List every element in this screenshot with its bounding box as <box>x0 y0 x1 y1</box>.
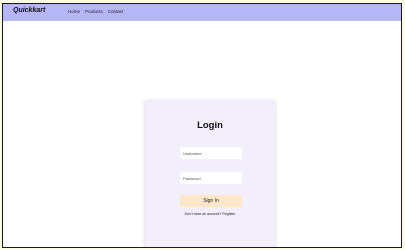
register-prompt: Don't have an account? Register <box>145 212 275 216</box>
nav-link-home[interactable]: Home <box>68 9 80 14</box>
login-card: Login Sign In Don't have an account? Reg… <box>145 100 275 247</box>
username-input[interactable] <box>180 147 242 159</box>
nav-link-products[interactable]: Products <box>85 9 103 14</box>
nav-link-contact[interactable]: Contact <box>108 9 124 14</box>
register-prompt-text: Don't have an account? <box>184 212 223 216</box>
nav-links: Home Products Contact <box>68 9 123 14</box>
navbar: Quickkart Home Products Contact <box>3 4 401 21</box>
brand-logo[interactable]: Quickkart <box>13 7 45 14</box>
login-title: Login <box>197 120 223 131</box>
sign-in-button[interactable]: Sign In <box>180 195 242 207</box>
register-link[interactable]: Register <box>222 212 235 216</box>
browser-viewport: Quickkart Home Products Contact Login Si… <box>2 3 402 248</box>
password-input[interactable] <box>180 172 242 184</box>
